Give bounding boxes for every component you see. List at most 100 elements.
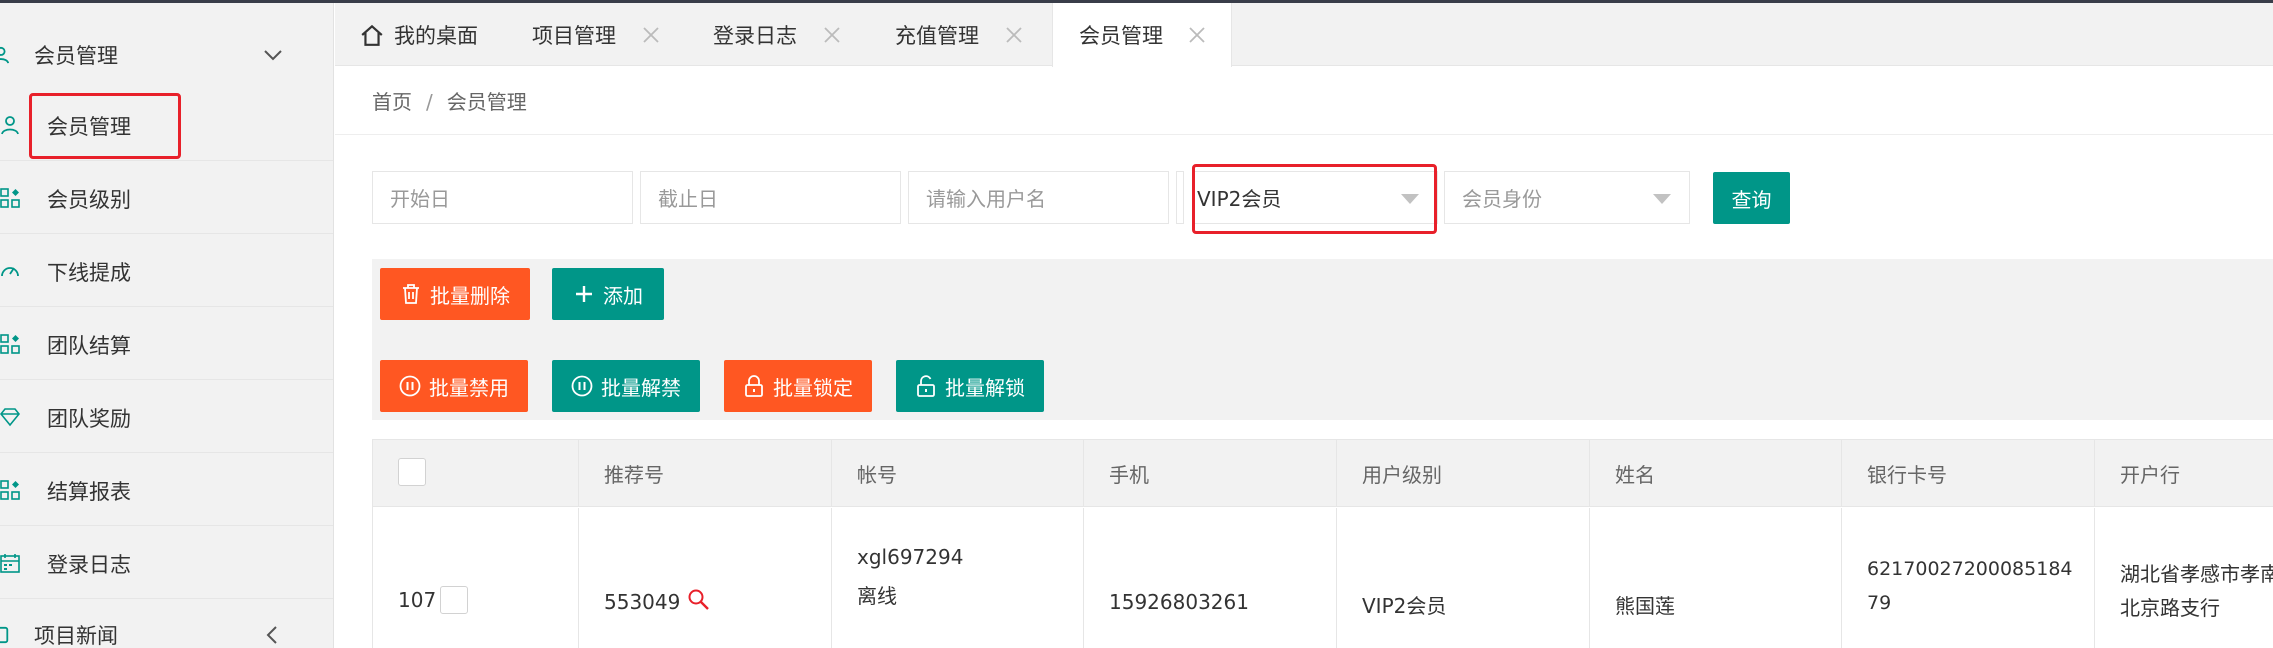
- sidebar-item-label: 登录日志: [47, 553, 131, 577]
- dropdown-arrow-icon: [1653, 194, 1671, 204]
- grid-icon: [0, 480, 20, 500]
- sidebar-item-login-log[interactable]: 登录日志: [0, 526, 333, 599]
- pause-circle-icon: [399, 375, 421, 397]
- tab-bar: 我的桌面 项目管理 登录日志 充值管理 会员管理: [335, 3, 2273, 67]
- select-all-checkbox[interactable]: [398, 458, 426, 486]
- search-button[interactable]: 查询: [1713, 172, 1790, 224]
- unlock-icon: [917, 375, 935, 397]
- tab-label: 我的桌面: [394, 23, 478, 48]
- start-date-input[interactable]: 开始日: [372, 171, 633, 224]
- grid-icon: [0, 188, 20, 208]
- row-bank-card-line2: 79: [1867, 592, 1892, 614]
- sidebar-item-team-reward[interactable]: 团队奖励: [0, 380, 333, 453]
- sidebar-item-label: 结算报表: [47, 480, 131, 504]
- grid-icon: [0, 334, 20, 354]
- tab-label: 会员管理: [1079, 24, 1163, 48]
- sidebar-item-label: 会员级别: [47, 188, 131, 212]
- close-icon[interactable]: [1188, 26, 1206, 44]
- row-name: 熊国莲: [1615, 594, 1675, 618]
- username-input[interactable]: 请输入用户名: [908, 171, 1169, 224]
- home-icon: [361, 24, 383, 46]
- divider: [335, 134, 2273, 135]
- end-date-input[interactable]: 截止日: [640, 171, 901, 224]
- sidebar-group-label: 项目新闻: [34, 624, 118, 648]
- batch-delete-button[interactable]: 批量删除: [380, 268, 530, 320]
- member-level-select[interactable]: VIP2会员: [1192, 171, 1438, 224]
- table-row: 107: [373, 508, 579, 648]
- sidebar-item-label: 团队奖励: [47, 407, 131, 431]
- tab-member-management[interactable]: 会员管理: [1052, 3, 1232, 67]
- header-bank-card: 银行卡号: [1842, 440, 2095, 507]
- sidebar-item-member-management[interactable]: 会员管理: [0, 88, 333, 161]
- diamond-icon: [0, 408, 20, 427]
- sidebar-item-team-settlement[interactable]: 团队结算: [0, 307, 333, 380]
- cell-phone: 15926803261: [1084, 508, 1337, 648]
- sidebar-item-label: 团队结算: [47, 334, 131, 358]
- sidebar-item-settlement-report[interactable]: 结算报表: [0, 453, 333, 526]
- add-label: 添加: [603, 283, 643, 308]
- breadcrumb-current: 会员管理: [446, 90, 527, 114]
- sidebar-item-member-level[interactable]: 会员级别: [0, 161, 333, 234]
- news-icon: [0, 626, 9, 644]
- row-checkbox[interactable]: [440, 586, 468, 614]
- batch-disable-button[interactable]: 批量禁用: [380, 360, 528, 412]
- sidebar-group-label: 会员管理: [34, 44, 118, 68]
- member-identity-select[interactable]: 会员身份: [1444, 171, 1690, 224]
- sidebar: 会员管理 会员管理 会员级别 下线提成 团队结算 团队奖励 结算报表 登录日志 …: [0, 3, 334, 648]
- member-table: 推荐号 帐号 手机 用户级别 姓名 银行卡号 开户行 107 553049 xg…: [372, 439, 2273, 648]
- batch-enable-button[interactable]: 批量解禁: [552, 360, 700, 412]
- batch-unlock-label: 批量解锁: [945, 375, 1025, 400]
- header-account: 帐号: [832, 440, 1084, 507]
- row-level: VIP2会员: [1362, 594, 1447, 618]
- table-header: 推荐号 帐号 手机 用户级别 姓名 银行卡号 开户行: [373, 440, 2273, 507]
- gauge-icon: [1, 267, 19, 277]
- pause-circle-icon: [571, 375, 593, 397]
- sidebar-item-downline-commission[interactable]: 下线提成: [0, 234, 333, 307]
- add-button[interactable]: 添加: [552, 268, 664, 320]
- row-bank-line2: 北京路支行: [2120, 596, 2220, 620]
- chevron-left-icon[interactable]: [262, 624, 284, 646]
- tab-label: 登录日志: [713, 23, 797, 48]
- header-referral: 推荐号: [579, 440, 832, 507]
- batch-unlock-button[interactable]: 批量解锁: [896, 360, 1044, 412]
- breadcrumb-home[interactable]: 首页: [372, 86, 412, 115]
- breadcrumb: 首页 / 会员管理: [372, 86, 527, 115]
- row-bank-card-line1: 62170027200085184: [1867, 558, 2073, 580]
- member-level-value: VIP2会员: [1197, 187, 1282, 211]
- start-date-placeholder: 开始日: [390, 187, 450, 211]
- header-phone: 手机: [1084, 440, 1337, 507]
- close-icon[interactable]: [642, 26, 660, 44]
- plus-icon: [576, 286, 592, 302]
- sidebar-group-member[interactable]: 会员管理: [0, 27, 333, 83]
- batch-disable-label: 批量禁用: [429, 375, 509, 400]
- cell-account: xgl697294 离线: [832, 508, 1084, 648]
- tab-label: 充值管理: [895, 23, 979, 48]
- header-select-all: [373, 440, 579, 507]
- header-level: 用户级别: [1337, 440, 1590, 507]
- batch-lock-button[interactable]: 批量锁定: [724, 360, 872, 412]
- sidebar-group-news[interactable]: 项目新闻: [0, 607, 333, 648]
- trash-icon: [403, 284, 419, 304]
- search-icon[interactable]: [687, 588, 711, 612]
- breadcrumb-separator: /: [426, 90, 433, 114]
- user-icon: [1, 116, 19, 135]
- tab-home[interactable]: 我的桌面: [360, 3, 478, 66]
- chevron-down-icon[interactable]: [262, 44, 284, 66]
- close-icon[interactable]: [1005, 26, 1023, 44]
- batch-delete-label: 批量删除: [430, 283, 510, 308]
- header-bank: 开户行: [2120, 463, 2180, 487]
- row-online-status: 离线: [857, 584, 897, 608]
- cell-bank-card: 62170027200085184 79: [1842, 508, 2095, 648]
- username-placeholder: 请输入用户名: [926, 187, 1046, 211]
- batch-lock-label: 批量锁定: [773, 375, 853, 400]
- dropdown-arrow-icon: [1401, 194, 1419, 204]
- close-icon[interactable]: [823, 26, 841, 44]
- tab-login-log[interactable]: 登录日志: [713, 3, 863, 66]
- sidebar-item-label: 下线提成: [47, 261, 131, 285]
- tab-project-management[interactable]: 项目管理: [532, 3, 682, 66]
- lock-icon: [745, 375, 763, 397]
- tab-label: 项目管理: [532, 23, 616, 48]
- tab-recharge-management[interactable]: 充值管理: [895, 3, 1045, 66]
- row-bank-line1: 湖北省孝感市孝南: [2120, 562, 2273, 586]
- cell-level: VIP2会员: [1337, 508, 1590, 648]
